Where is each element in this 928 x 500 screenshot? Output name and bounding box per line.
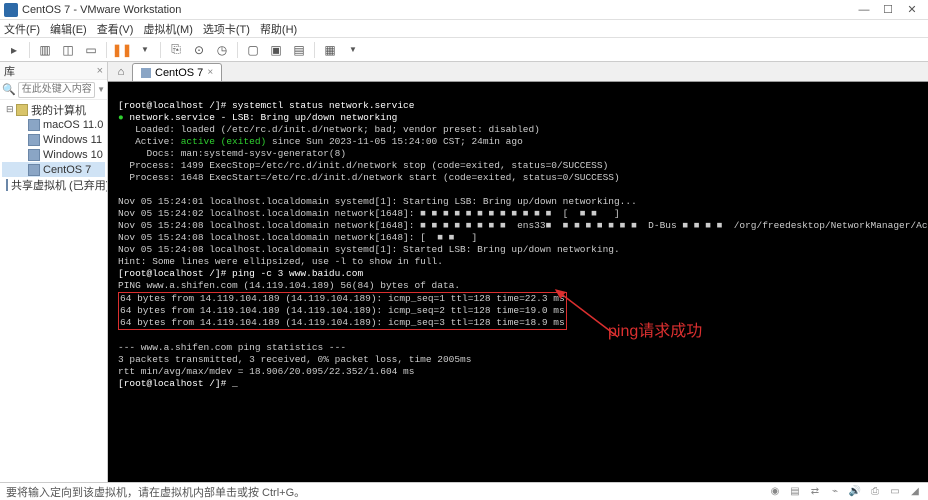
stretch-icon[interactable]: ▭: [81, 40, 101, 60]
window-title: CentOS 7 - VMware Workstation: [22, 4, 852, 16]
menu-edit[interactable]: 编辑(E): [50, 21, 87, 37]
toolbar: ▸ ▥ ◫ ▭ ❚❚ ▼ ⎘ ⊙ ◷ ▢ ▣ ▤ ▦ ▼: [0, 38, 928, 62]
thumbnail-icon[interactable]: ◫: [58, 40, 78, 60]
search-icon: 🔍: [2, 83, 16, 96]
snapshot-icon[interactable]: ⊙: [189, 40, 209, 60]
tree-item-win11[interactable]: Windows 11: [2, 132, 105, 147]
device-printer-icon[interactable]: ⎙: [868, 485, 882, 499]
menu-file[interactable]: 文件(F): [4, 21, 40, 37]
tab-vm-icon: [141, 68, 151, 78]
search-input[interactable]: [18, 82, 95, 98]
library-search: 🔍 ▼: [0, 80, 107, 100]
search-dropdown-icon[interactable]: ▼: [97, 85, 105, 94]
tree-item-win10[interactable]: Windows 10: [2, 147, 105, 162]
title-bar: CentOS 7 - VMware Workstation — ☐ ✕: [0, 0, 928, 20]
maximize-button[interactable]: ☐: [876, 1, 900, 19]
library-close-icon[interactable]: ×: [97, 65, 103, 77]
fit-dropdown-icon[interactable]: ▼: [343, 40, 363, 60]
pause-icon[interactable]: ❚❚: [112, 40, 132, 60]
minimize-button[interactable]: —: [852, 1, 876, 19]
device-nic-icon[interactable]: ⇄: [808, 485, 822, 499]
menu-tabs[interactable]: 选项卡(T): [203, 21, 250, 37]
library-header: 库 ×: [0, 62, 107, 80]
main-area: ⌂ CentOS 7 × [root@localhost /]# systemc…: [108, 62, 928, 482]
highlight-box: 64 bytes from 14.119.104.189 (14.119.104…: [118, 292, 567, 330]
tab-label: CentOS 7: [155, 67, 203, 79]
tree-item-macos[interactable]: macOS 11.0: [2, 117, 105, 132]
menu-bar: 文件(F) 编辑(E) 查看(V) 虚拟机(M) 选项卡(T) 帮助(H): [0, 20, 928, 38]
tab-close-icon[interactable]: ×: [207, 67, 213, 78]
close-button[interactable]: ✕: [900, 1, 924, 19]
menu-view[interactable]: 查看(V): [97, 21, 134, 37]
terminal[interactable]: [root@localhost /]# systemctl status net…: [108, 82, 928, 482]
tree-mycomputer[interactable]: ⊟我的计算机: [2, 102, 105, 117]
power-dropdown-icon[interactable]: ▸: [4, 40, 24, 60]
app-icon: [4, 3, 18, 17]
device-hdd-icon[interactable]: ▤: [788, 485, 802, 499]
fullscreen-icon[interactable]: ▣: [266, 40, 286, 60]
snapshot-manager-icon[interactable]: ◷: [212, 40, 232, 60]
library-tree: ⊟我的计算机 macOS 11.0 Windows 11 Windows 10 …: [0, 100, 107, 482]
menu-help[interactable]: 帮助(H): [260, 21, 297, 37]
status-devices: ◉ ▤ ⇄ ⌁ 🔊 ⎙ ▭ ◢: [768, 485, 922, 499]
menu-vm[interactable]: 虚拟机(M): [143, 21, 193, 37]
sidebar-toggle-icon[interactable]: ▥: [35, 40, 55, 60]
tree-shared[interactable]: 共享虚拟机 (已弃用): [2, 177, 105, 192]
tab-bar: ⌂ CentOS 7 ×: [108, 62, 928, 82]
status-text: 要将输入定向到该虚拟机，请在虚拟机内部单击或按 Ctrl+G。: [6, 484, 305, 500]
annotation-text: ping请求成功: [608, 326, 702, 338]
fit-icon[interactable]: ▦: [320, 40, 340, 60]
send-ctrlaltdel-icon[interactable]: ⎘: [166, 40, 186, 60]
device-display-icon[interactable]: ▭: [888, 485, 902, 499]
tab-centos7[interactable]: CentOS 7 ×: [132, 63, 222, 81]
library-sidebar: 库 × 🔍 ▼ ⊟我的计算机 macOS 11.0 Windows 11 Win…: [0, 62, 108, 482]
status-bar: 要将输入定向到该虚拟机，请在虚拟机内部单击或按 Ctrl+G。 ◉ ▤ ⇄ ⌁ …: [0, 482, 928, 500]
tree-item-centos7[interactable]: CentOS 7: [2, 162, 105, 177]
exclusive-icon[interactable]: ▤: [289, 40, 309, 60]
power-dropdown2-icon[interactable]: ▼: [135, 40, 155, 60]
home-tab-icon[interactable]: ⌂: [112, 63, 130, 81]
device-usb-icon[interactable]: ⌁: [828, 485, 842, 499]
device-sound-icon[interactable]: 🔊: [848, 485, 862, 499]
status-corner-icon: ◢: [908, 485, 922, 499]
device-cdrom-icon[interactable]: ◉: [768, 485, 782, 499]
unity-icon[interactable]: ▢: [243, 40, 263, 60]
library-title: 库: [4, 63, 15, 79]
